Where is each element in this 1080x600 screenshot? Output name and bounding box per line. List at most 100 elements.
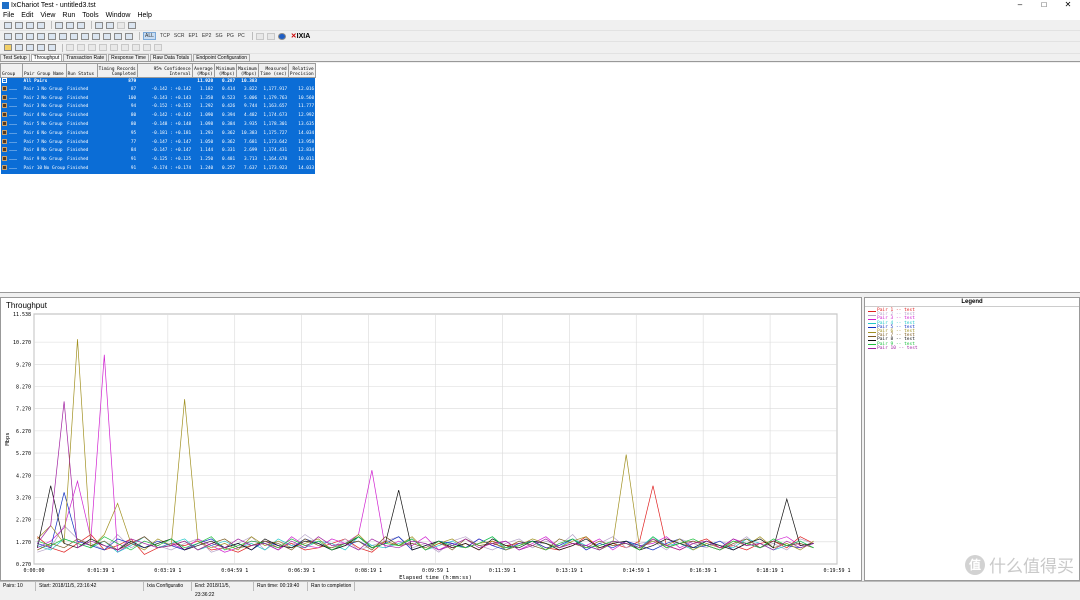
pause-icon[interactable] (48, 44, 56, 51)
save-icon[interactable] (26, 21, 34, 29)
filter-scr[interactable]: SCR (174, 33, 185, 39)
menu-view[interactable]: View (40, 12, 55, 19)
table-row[interactable]: ——— Pair 9 No Group Finished 91 -0.125 : +0.1… (0, 156, 316, 165)
records: 80 (97, 112, 138, 121)
chart-icon[interactable] (59, 32, 67, 40)
legend-swatch (868, 318, 876, 320)
new-icon[interactable] (4, 21, 12, 29)
table-row[interactable]: ——— Pair 1 No Group Finished 87 -0.142 : +0.1… (0, 85, 316, 95)
y-tick-label: 11.538 (13, 312, 31, 318)
filter-all[interactable]: ALL (143, 32, 156, 40)
close-icon[interactable]: ✕ (1056, 0, 1080, 10)
col-group[interactable]: Group (0, 63, 23, 78)
col-pair-group-name[interactable]: Pair Group Name (22, 63, 67, 78)
sort-asc-icon[interactable] (66, 44, 74, 51)
filter-icon[interactable] (81, 32, 89, 40)
tab-response-time[interactable]: Response Time (108, 54, 149, 61)
table-row[interactable]: ——— Pair 3 No Group Finished 94 -0.152 : +0.1… (0, 103, 316, 113)
info-icon[interactable] (128, 21, 136, 29)
script-icon[interactable] (26, 32, 34, 40)
records: 94 (97, 103, 138, 113)
col-minimum[interactable]: Minimum (Mbps) (213, 63, 237, 78)
menu-help[interactable]: Help (137, 12, 151, 19)
run-test-icon[interactable] (4, 44, 12, 51)
edit-icon[interactable] (106, 21, 114, 29)
col-relative-precision[interactable]: Relative Precision (287, 63, 316, 78)
forward-icon[interactable] (266, 32, 275, 40)
abandon-icon[interactable] (26, 44, 34, 51)
add-pair-icon[interactable] (95, 21, 103, 29)
expand-icon[interactable] (88, 44, 96, 51)
run-icon[interactable] (103, 32, 111, 40)
paste-icon[interactable] (77, 21, 85, 29)
col-maximum[interactable]: Maximum (Mbps) (235, 63, 259, 78)
filter-ep1[interactable]: EP1 (188, 33, 197, 39)
col-run-status[interactable]: Run Status (65, 63, 98, 78)
menu-window[interactable]: Window (106, 12, 131, 19)
confidence-interval: -0.143 : +0.143 (137, 94, 193, 104)
table-row[interactable]: ——— Pair 7 No Group Finished 77 -0.147 : +0.1… (0, 138, 316, 148)
zoom-in-icon[interactable] (110, 44, 118, 51)
delete-icon[interactable] (117, 21, 125, 29)
tree-line: ——— (6, 114, 18, 120)
tree-line: ——— (6, 87, 18, 93)
copy-icon[interactable] (66, 21, 74, 29)
maximum: 2.699 (236, 147, 259, 157)
multicast-icon[interactable] (15, 32, 23, 40)
table-row[interactable]: ——— Pair 2 No Group Finished 100 -0.143 : +0.… (0, 94, 316, 104)
legend-panel: Legend Pair 1 -- test Pair 2 -- test Pair … (864, 297, 1080, 581)
filter-pg[interactable]: PG (227, 33, 234, 39)
tab-throughput[interactable]: Throughput (30, 54, 63, 61)
filter-ep2[interactable]: EP2 (202, 33, 211, 39)
table-row[interactable]: ——— Pair 8 No Group Finished 84 -0.147 : +0.1… (0, 147, 316, 157)
legend-icon[interactable] (143, 44, 151, 51)
table-row-total[interactable]: − All Pairs 879 11.920 0.287 10.383 (0, 77, 316, 86)
export-icon[interactable] (154, 44, 162, 51)
link-icon[interactable] (48, 32, 56, 40)
help-icon[interactable] (277, 32, 286, 40)
tab-endpoint-configuration[interactable]: Endpoint Configuration (193, 54, 251, 61)
menu-tools[interactable]: Tools (82, 12, 98, 19)
menu-run[interactable]: Run (62, 12, 75, 19)
run-status: Finished (66, 112, 98, 121)
sort-desc-icon[interactable] (77, 44, 85, 51)
open-icon[interactable] (15, 21, 23, 29)
print-icon[interactable] (37, 21, 45, 29)
share-icon[interactable] (37, 32, 45, 40)
table-row[interactable]: ——— Pair 10 No Group Finished 91 -0.174 : +0.… (0, 164, 316, 174)
pair-icon[interactable] (4, 32, 12, 40)
col-timing-records[interactable]: Timing Records Completed (96, 63, 138, 78)
pair-name: Pair 2 No Group (22, 94, 67, 104)
zoom-reset-icon[interactable] (132, 44, 140, 51)
cut-icon[interactable] (55, 21, 63, 29)
mark-icon[interactable] (37, 44, 45, 51)
stop-test-icon[interactable] (15, 44, 23, 51)
maximize-icon[interactable]: □ (1032, 0, 1056, 10)
minimum: 0.523 (214, 94, 237, 104)
filter-tcp[interactable]: TCP (160, 33, 170, 39)
zoom-out-icon[interactable] (121, 44, 129, 51)
col-measured-time[interactable]: Measured Time (sec) (257, 63, 289, 78)
warning-icon[interactable] (125, 32, 133, 40)
menu-file[interactable]: File (3, 12, 14, 19)
settings-icon[interactable] (70, 32, 78, 40)
menu-edit[interactable]: Edit (21, 12, 33, 19)
legend-item[interactable]: Pair 10 -- test (868, 346, 1076, 351)
legend-list: Pair 1 -- test Pair 2 -- test Pair 3 -- te… (865, 307, 1079, 353)
collapse-icon[interactable] (99, 44, 107, 51)
col-confidence-interval[interactable]: 95% Confidence Interval (136, 63, 193, 78)
table-row[interactable]: ——— Pair 6 No Group Finished 95 -0.181 : +0.1… (0, 129, 316, 139)
tab-test-setup[interactable]: Test Setup (0, 54, 30, 61)
minimize-icon[interactable]: – (1008, 0, 1032, 10)
col-average[interactable]: Average (Mbps) (191, 63, 215, 78)
back-icon[interactable] (255, 32, 264, 40)
collapse-icon[interactable]: − (1, 78, 7, 84)
table-row[interactable]: ——— Pair 4 No Group Finished 80 -0.142 : +0.1… (0, 112, 316, 121)
filter-sg[interactable]: SG (215, 33, 222, 39)
tab-raw-data-totals[interactable]: Raw Data Totals (149, 54, 193, 61)
stop-icon[interactable] (114, 32, 122, 40)
table-row[interactable]: ——— Pair 5 No Group Finished 80 -0.148 : +0.1… (0, 120, 316, 130)
tab-transaction-rate[interactable]: Transaction Rate (63, 54, 108, 61)
grid-icon[interactable] (92, 32, 100, 40)
filter-pc[interactable]: PC (238, 33, 245, 39)
